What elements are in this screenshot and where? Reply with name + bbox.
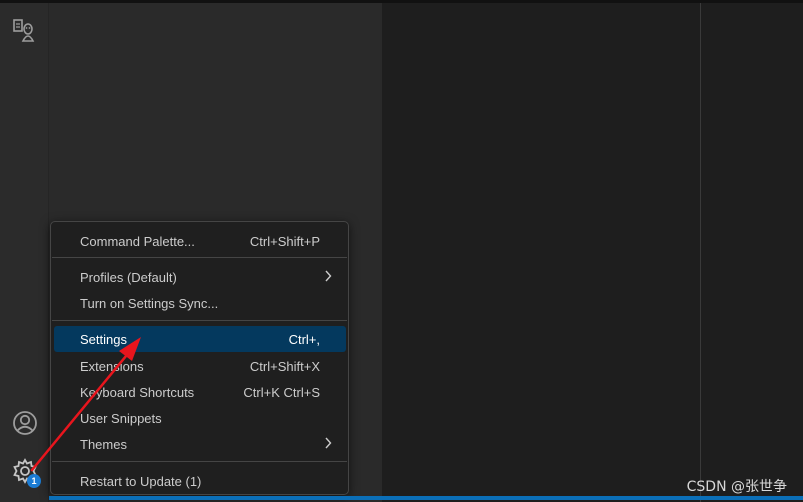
chevron-right-icon <box>325 437 332 449</box>
menu-item-label: Command Palette... <box>80 234 195 249</box>
menu-separator <box>52 257 347 258</box>
menu-item-settings-sync[interactable]: Turn on Settings Sync... <box>54 290 346 316</box>
menu-item-label: Settings <box>80 332 127 347</box>
menu-item-settings[interactable]: Settings Ctrl+, <box>54 326 346 352</box>
menu-separator <box>52 461 347 462</box>
menu-item-shortcut: Ctrl+Shift+P <box>249 234 320 249</box>
editor-area <box>382 3 803 502</box>
menu-item-command-palette[interactable]: Command Palette... Ctrl+Shift+P <box>54 228 346 254</box>
account-icon[interactable] <box>11 409 39 437</box>
menu-item-label: Restart to Update (1) <box>80 474 202 489</box>
editor-ruler <box>700 3 701 502</box>
menu-item-restart-to-update[interactable]: Restart to Update (1) <box>54 468 346 494</box>
manage-context-menu: Command Palette... Ctrl+Shift+P Profiles… <box>50 221 349 495</box>
menu-item-user-snippets[interactable]: User Snippets <box>54 405 346 431</box>
menu-item-extensions[interactable]: Extensions Ctrl+Shift+X <box>54 353 346 379</box>
menu-item-shortcut: Ctrl+, <box>288 332 320 347</box>
menu-item-label: Extensions <box>80 359 144 374</box>
update-badge: 1 <box>27 474 41 488</box>
remote-explorer-icon[interactable] <box>11 17 39 45</box>
menu-item-shortcut: Ctrl+Shift+X <box>249 359 320 374</box>
menu-item-label: Keyboard Shortcuts <box>80 385 195 400</box>
menu-item-label: Turn on Settings Sync... <box>80 296 219 311</box>
menu-item-label: User Snippets <box>80 411 162 426</box>
watermark: CSDN @张世争 <box>686 479 787 495</box>
menu-item-themes[interactable]: Themes <box>54 431 346 457</box>
menu-item-keyboard-shortcuts[interactable]: Keyboard Shortcuts Ctrl+K Ctrl+S <box>54 379 346 405</box>
menu-separator <box>52 320 347 321</box>
menu-item-label: Themes <box>80 437 127 452</box>
menu-item-shortcut: Ctrl+K Ctrl+S <box>243 385 320 400</box>
menu-item-profiles[interactable]: Profiles (Default) <box>54 264 346 290</box>
menu-item-label: Profiles (Default) <box>80 270 177 285</box>
chevron-right-icon <box>325 270 332 282</box>
status-bar <box>49 496 803 500</box>
